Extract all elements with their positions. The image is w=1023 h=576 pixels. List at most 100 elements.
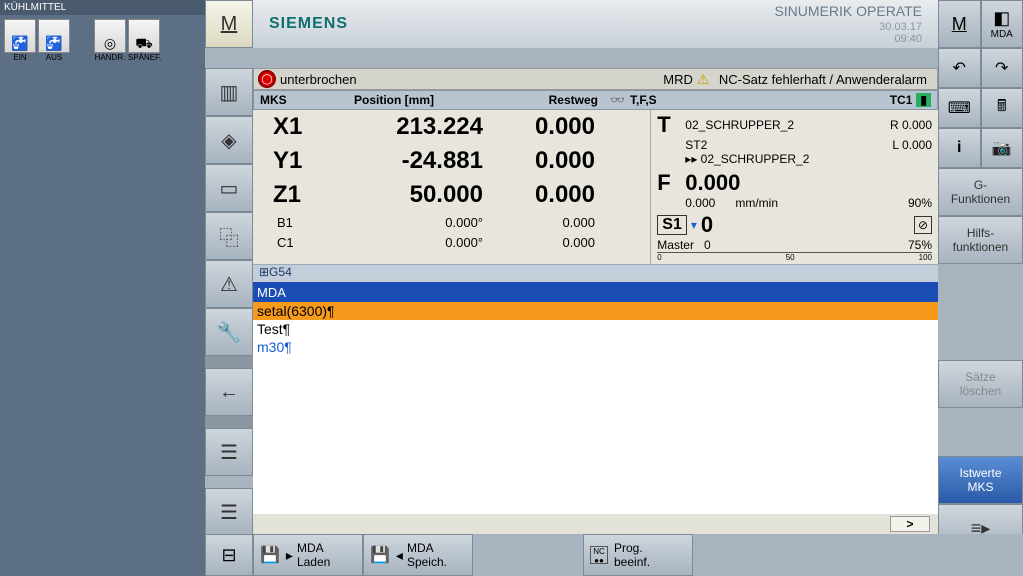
bottom-softkey-bar: ⊟ 💾▸ MDA Laden 💾◂ MDA Speich. NC●● Prog.… — [205, 534, 1023, 576]
mda-editor-header: MDA — [253, 282, 938, 302]
disk-icon: 💾 — [370, 545, 390, 565]
keyboard-icon: ⌨ — [948, 98, 971, 118]
rect-icon: ▭ — [220, 176, 239, 201]
tool-st: ST2 — [685, 138, 707, 152]
target-icon: ◈ — [221, 128, 236, 153]
left-btn-copy[interactable]: ⿻ — [205, 212, 253, 260]
undo-icon: ↶ — [953, 58, 966, 78]
col-tfs: T,F,S — [624, 93, 663, 107]
coolant-ein-label: EIN — [4, 53, 36, 62]
right-softkey-column: ↶ ↷ ⌨ 🖩 i 📷 G- Funktionen Hilfs- funktio… — [938, 48, 1023, 576]
tool-T-label: T — [657, 112, 685, 138]
coolant-aus-label: AUS — [38, 53, 70, 62]
scale-100: 100 — [919, 253, 932, 262]
coolant-ein-button[interactable]: 🚰 — [4, 19, 36, 53]
faucet-off-icon: 🚰 — [45, 36, 62, 50]
softkey-empty-2 — [938, 312, 1023, 360]
feed-value: 0.000 — [685, 170, 740, 196]
calculator-icon: 🖩 — [997, 95, 1007, 122]
menu-icon: ⊟ — [221, 545, 236, 566]
spindle-mval: 0 — [704, 238, 711, 252]
m-icon: M — [952, 14, 967, 35]
softkey-empty-1 — [938, 264, 1023, 312]
feed-actual: 0.000 — [685, 196, 715, 210]
arrow-in-icon: ▸ — [286, 547, 293, 564]
handwheel-label: HANDR. — [94, 53, 126, 62]
softkey-delete-blocks[interactable]: Sätze löschen — [938, 360, 1023, 408]
left-btn-wrench[interactable]: 🔧 — [205, 308, 253, 356]
arrow-out-icon: ◂ — [396, 547, 403, 564]
column-header-row: MKS Position [mm] Restweg 👓 T,F,S TC1▮ — [253, 90, 938, 110]
left-btn-shield[interactable]: ▥ — [205, 68, 253, 116]
warn-stripes-icon: ⚠ — [220, 272, 238, 297]
editor-line-3[interactable]: m30¶ — [253, 338, 938, 356]
left-btn-back[interactable]: ← — [205, 368, 253, 416]
coolant-title: KÜHLMITTEL — [0, 0, 205, 15]
warning-icon: ⚠ — [697, 71, 715, 87]
col-position: Position [mm] — [314, 93, 474, 107]
conveyor-icon: ⛟ — [135, 36, 153, 50]
mda-icon: ◧ — [993, 8, 1010, 29]
mda-label: MDA — [991, 29, 1013, 40]
arrow-left-icon: ← — [219, 381, 239, 404]
shield-icon: ▥ — [220, 80, 239, 105]
bottom-menu-button[interactable]: ⊟ — [205, 534, 253, 576]
disk-icon: 💾 — [260, 545, 280, 565]
mode-machine-button[interactable]: M — [205, 0, 253, 48]
left-btn-list1[interactable]: ☰ — [205, 428, 253, 476]
editor-next-button[interactable]: > — [890, 516, 930, 532]
spindle-label: S1 — [657, 215, 687, 235]
g54-strip: ⊞G54 — [253, 264, 938, 282]
camera-button[interactable]: 📷 — [981, 128, 1023, 168]
softkey-g-functions[interactable]: G- Funktionen — [938, 168, 1023, 216]
camera-icon: 📷 — [992, 138, 1012, 158]
axis-row-c1: C1 0.000° 0.000 — [253, 232, 650, 252]
chip-conveyor-button[interactable]: ⛟ — [128, 19, 160, 53]
calculator-button[interactable]: 🖩 — [981, 88, 1023, 128]
tool-name: 02_SCHRUPPER_2 — [685, 118, 794, 132]
bottom-mda-save[interactable]: 💾◂ MDA Speich. — [363, 534, 473, 576]
handwheel-button[interactable]: ◎ — [94, 19, 126, 53]
status-alarm: NC-Satz fehlerhaft / Anwenderalarm — [719, 72, 937, 87]
left-btn-list2[interactable]: ☰ — [205, 488, 253, 536]
editor-line-1[interactable]: setal(6300)¶ — [253, 302, 938, 320]
mda-mode-button[interactable]: ◧MDA — [981, 0, 1023, 48]
softkey-empty-3 — [938, 408, 1023, 456]
status-state: unterbrochen — [280, 72, 357, 87]
axis-row-x1: X1 213.224 0.000 — [253, 110, 650, 144]
softkey-actual-mks[interactable]: Istwerte MKS — [938, 456, 1023, 504]
tc-badge: ▮ — [916, 93, 931, 107]
wrench-icon: 🔧 — [217, 320, 242, 345]
coolant-aus-button[interactable]: 🚰 — [38, 19, 70, 53]
editor-line-2[interactable]: Test¶ — [253, 320, 938, 338]
brand-logo: SIEMENS — [269, 15, 348, 33]
keyboard-button[interactable]: ⌨ — [938, 88, 981, 128]
editor-footer: > — [253, 514, 938, 534]
axis-row-y1: Y1 -24.881 0.000 — [253, 144, 650, 178]
mda-editor[interactable]: setal(6300)¶ Test¶ m30¶ — [253, 302, 938, 514]
header-bar: SIEMENS SINUMERIK OPERATE 30.03.1709:40 — [253, 0, 938, 48]
bottom-empty — [473, 534, 583, 576]
tfs-panel: T 02_SCHRUPPER_2 R 0.000 ST2 L 0.000 ▸▸ … — [650, 110, 938, 264]
info-button[interactable]: i — [938, 128, 981, 168]
tool-r: R 0.000 — [890, 118, 932, 132]
redo-button[interactable]: ↷ — [981, 48, 1023, 88]
data-row: X1 213.224 0.000 Y1 -24.881 0.000 Z1 50.… — [253, 110, 938, 264]
status-line: ◯ unterbrochen MRD ⚠ NC-Satz fehlerhaft … — [253, 68, 938, 90]
softkey-aux-functions[interactable]: Hilfs- funktionen — [938, 216, 1023, 264]
spindle-stop-icon: ⊘ — [914, 216, 932, 234]
glasses-icon[interactable]: 👓 — [604, 93, 624, 107]
left-btn-warn[interactable]: ⚠ — [205, 260, 253, 308]
bottom-mda-load[interactable]: 💾▸ MDA Laden — [253, 534, 363, 576]
undo-button[interactable]: ↶ — [938, 48, 981, 88]
left-btn-rect[interactable]: ▭ — [205, 164, 253, 212]
machine-mode-button[interactable]: M — [938, 0, 981, 48]
left-btn-target[interactable]: ◈ — [205, 116, 253, 164]
feed-F-label: F — [657, 170, 685, 196]
wheel-icon: ◎ — [104, 36, 116, 50]
tool-next: ▸▸ 02_SCHRUPPER_2 — [685, 152, 809, 166]
scale-50: 50 — [662, 253, 919, 262]
list-icon: ☰ — [220, 440, 238, 465]
spindle-tri-icon: ▾ — [691, 218, 697, 232]
bottom-prog-influence[interactable]: NC●● Prog. beeinf. — [583, 534, 693, 576]
